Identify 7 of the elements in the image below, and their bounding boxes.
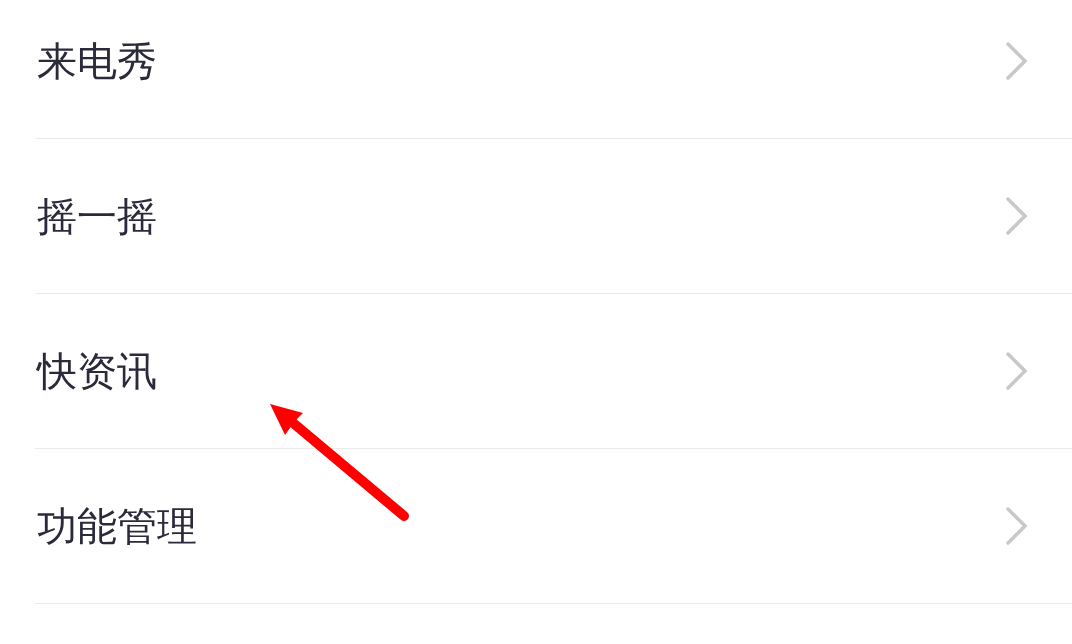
chevron-right-icon bbox=[1006, 507, 1028, 545]
settings-row[interactable]: 来电秀 bbox=[35, 0, 1072, 139]
chevron-right-icon bbox=[1006, 197, 1028, 235]
chevron-right-icon bbox=[1006, 42, 1028, 80]
settings-row[interactable]: 功能管理 bbox=[35, 449, 1072, 604]
settings-row[interactable]: 摇一摇 bbox=[35, 139, 1072, 294]
chevron-right-icon bbox=[1006, 352, 1028, 390]
